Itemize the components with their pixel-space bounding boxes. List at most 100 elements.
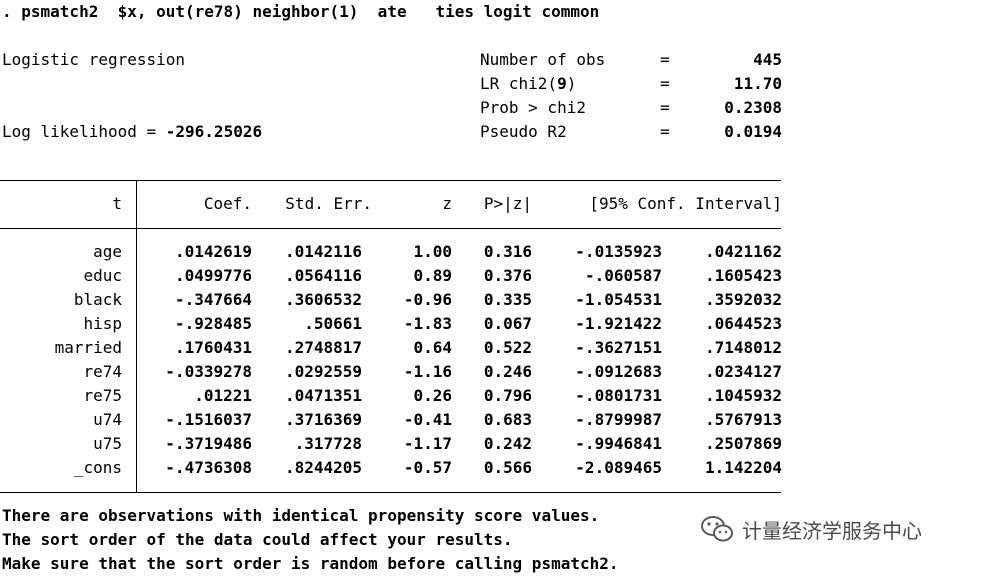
dep-var-header: t: [112, 194, 122, 213]
ci-upper-cell: .0644523: [704, 314, 782, 333]
var-name: hisp: [83, 314, 122, 333]
p-value-cell: 0.376: [483, 266, 532, 285]
std-err-cell: .8244205: [284, 458, 362, 477]
std-err-cell: .0471351: [284, 386, 362, 405]
std-err-cell: .317728: [294, 434, 362, 453]
p-value-cell: 0.566: [483, 458, 532, 477]
ci-lower-cell: -.0135923: [575, 242, 662, 261]
var-name: age: [93, 242, 122, 261]
ci-lower-cell: -.3627151: [575, 338, 662, 357]
table-bottom-rule: [0, 492, 781, 493]
log-likelihood-label: Log likelihood =: [2, 122, 166, 141]
column-header: Std. Err.: [285, 194, 372, 213]
ci-upper-cell: .0234127: [704, 362, 782, 381]
z-cell: 0.89: [413, 266, 452, 285]
std-err-cell: .0142116: [284, 242, 362, 261]
var-name: _cons: [73, 458, 122, 477]
p-value-cell: 0.242: [483, 434, 532, 453]
stat-label: Prob > chi2: [480, 98, 586, 117]
watermark-text: 计量经济学服务中心: [742, 518, 922, 543]
z-cell: -0.41: [403, 410, 452, 429]
stat-value: 445: [753, 50, 782, 69]
var-name: educ: [83, 266, 122, 285]
stat-eq: =: [660, 98, 670, 117]
p-value-cell: 0.796: [483, 386, 532, 405]
var-name: re74: [83, 362, 122, 381]
coef-cell: -.0339278: [165, 362, 252, 381]
coef-cell: -.347664: [174, 290, 252, 309]
watermark: 计量经济学服务中心: [700, 514, 922, 544]
ci-lower-cell: -.0912683: [575, 362, 662, 381]
p-value-cell: 0.335: [483, 290, 532, 309]
column-header: P>|z|: [483, 194, 532, 213]
log-likelihood-value: -296.25026: [165, 122, 263, 141]
table-top-rule: [0, 180, 781, 181]
stat-label: Pseudo R2: [480, 122, 567, 141]
coef-cell: .0499776: [174, 266, 252, 285]
message-line: The sort order of the data could affect …: [2, 530, 513, 549]
z-cell: 0.26: [413, 386, 452, 405]
ci-lower-cell: -1.054531: [575, 290, 662, 309]
column-header: z: [442, 194, 452, 213]
z-cell: -1.17: [403, 434, 452, 453]
z-cell: -0.57: [403, 458, 452, 477]
ci-lower-cell: -.8799987: [575, 410, 662, 429]
stat-eq: =: [660, 122, 670, 141]
stat-eq: =: [660, 50, 670, 69]
std-err-cell: .2748817: [284, 338, 362, 357]
coef-cell: -.928485: [174, 314, 252, 333]
column-header: [95% Conf. Interval]: [589, 194, 782, 213]
ci-upper-cell: .0421162: [704, 242, 782, 261]
column-header: Coef.: [203, 194, 252, 213]
ci-upper-cell: .5767913: [704, 410, 782, 429]
p-value-cell: 0.683: [483, 410, 532, 429]
model-title: Logistic regression: [2, 50, 186, 69]
z-cell: -1.83: [403, 314, 452, 333]
coef-cell: .0142619: [174, 242, 252, 261]
var-name: married: [54, 338, 122, 357]
stat-eq: =: [660, 74, 670, 93]
coef-cell: .01221: [194, 386, 252, 405]
var-name: u74: [93, 410, 122, 429]
ci-lower-cell: -1.921422: [575, 314, 662, 333]
var-name: u75: [93, 434, 122, 453]
p-value-cell: 0.067: [483, 314, 532, 333]
ci-lower-cell: -.060587: [584, 266, 662, 285]
ci-upper-cell: 1.142204: [704, 458, 782, 477]
stat-label: LR chi2(9): [480, 74, 577, 93]
coef-cell: .1760431: [174, 338, 252, 357]
ci-lower-cell: -.0801731: [575, 386, 662, 405]
z-cell: -0.96: [403, 290, 452, 309]
var-name: re75: [83, 386, 122, 405]
p-value-cell: 0.246: [483, 362, 532, 381]
coef-cell: -.3719486: [165, 434, 252, 453]
command-line: . psmatch2 $x, out(re78) neighbor(1) ate…: [2, 2, 600, 21]
z-cell: -1.16: [403, 362, 452, 381]
ci-upper-cell: .7148012: [704, 338, 782, 357]
std-err-cell: .3606532: [284, 290, 362, 309]
std-err-cell: .0292559: [284, 362, 362, 381]
coef-cell: -.4736308: [165, 458, 252, 477]
ci-upper-cell: .2507869: [704, 434, 782, 453]
stat-value: 0.2308: [724, 98, 782, 117]
stat-label: Number of obs: [480, 50, 606, 69]
var-name: black: [73, 290, 122, 309]
std-err-cell: .0564116: [284, 266, 362, 285]
table-divider: [136, 180, 137, 492]
ci-upper-cell: .1605423: [704, 266, 782, 285]
std-err-cell: .50661: [304, 314, 362, 333]
log-likelihood: Log likelihood = -296.25026: [2, 120, 262, 144]
stat-value: 11.70: [733, 74, 782, 93]
ci-lower-cell: -2.089465: [575, 458, 662, 477]
ci-lower-cell: -.9946841: [575, 434, 662, 453]
p-value-cell: 0.522: [483, 338, 532, 357]
message-line: There are observations with identical pr…: [2, 506, 600, 525]
ci-upper-cell: .1045932: [704, 386, 782, 405]
p-value-cell: 0.316: [483, 242, 532, 261]
z-cell: 0.64: [413, 338, 452, 357]
wechat-icon: [701, 516, 733, 542]
message-line: Make sure that the sort order is random …: [2, 554, 619, 573]
std-err-cell: .3716369: [284, 410, 362, 429]
coef-cell: -.1516037: [165, 410, 252, 429]
z-cell: 1.00: [413, 242, 452, 261]
